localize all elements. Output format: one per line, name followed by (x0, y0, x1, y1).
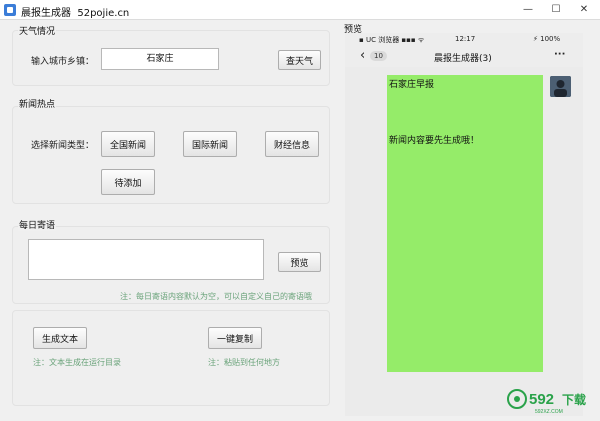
window-title: 晨报生成器 52pojie.cn (21, 4, 129, 19)
news-group-title: 新闻热点 (18, 97, 57, 110)
close-button[interactable]: ✕ (570, 0, 598, 20)
chat-content: 石家庄早报 新闻内容要先生成哦！ (345, 67, 583, 416)
phone-status-bar: ▪ UC 浏览器 ▪▪▪ ᯤ 12:17 ⚡ 100% (345, 33, 583, 45)
status-time: 12:17 (455, 35, 476, 43)
chat-title: 晨报生成器(3) (434, 54, 492, 64)
watermark-text: 下载 (562, 392, 586, 407)
copy-all-button[interactable]: 一键复制 (208, 327, 262, 349)
watermark-number: 592 (529, 391, 554, 408)
user-avatar (550, 76, 571, 97)
phone-preview: ▪ UC 浏览器 ▪▪▪ ᯤ 12:17 ⚡ 100% ‹ 10 晨报生成器(3… (345, 33, 583, 416)
pending-news-button[interactable]: 待添加 (101, 169, 155, 195)
window-subtitle: 52pojie.cn (77, 8, 130, 19)
title-bar: 晨报生成器 52pojie.cn — ☐ ✕ (0, 0, 600, 20)
weather-group-title: 天气情况 (18, 24, 57, 37)
national-news-button[interactable]: 全国新闻 (101, 131, 155, 157)
generate-note: 注：文本生成在运行目录 (33, 358, 121, 367)
minimize-button[interactable]: — (514, 0, 542, 20)
status-left: ▪ UC 浏览器 ▪▪▪ ᯤ (359, 36, 425, 44)
city-input[interactable]: 石家庄 (101, 48, 219, 70)
app-icon (4, 4, 16, 16)
city-label: 输入城市乡镇： (31, 57, 95, 67)
generate-text-button[interactable]: 生成文本 (33, 327, 87, 349)
message-heading: 石家庄早报 (389, 80, 435, 90)
window-title-label: 晨报生成器 (21, 8, 71, 19)
maximize-button[interactable]: ☐ (542, 0, 570, 20)
status-battery: ⚡ 100% (533, 35, 561, 43)
message-body: 新闻内容要先生成哦！ (389, 136, 480, 146)
message-bubble: 石家庄早报 新闻内容要先生成哦！ (387, 75, 543, 372)
daily-quote-textarea[interactable] (28, 239, 264, 280)
back-count-badge[interactable]: 10 (370, 51, 387, 61)
daily-quote-group-title: 每日寄语 (18, 218, 57, 231)
news-type-label: 选择新闻类型： (31, 141, 95, 151)
more-icon[interactable]: ··· (554, 49, 565, 60)
query-weather-button[interactable]: 查天气 (278, 50, 321, 70)
daily-quote-note: 注：每日寄语内容默认为空，可以自定义自己的寄语哦 (120, 292, 312, 301)
watermark-logo: 592 下载 592XZ.COM (505, 385, 595, 415)
copy-note: 注：粘贴到任何地方 (208, 358, 280, 367)
preview-button[interactable]: 预览 (278, 252, 321, 272)
back-icon[interactable]: ‹ (360, 48, 365, 63)
international-news-button[interactable]: 国际新闻 (183, 131, 237, 157)
chat-nav-bar: ‹ 10 晨报生成器(3) ··· (345, 45, 583, 67)
avatar-image (550, 76, 571, 97)
watermark-site: 592XZ.COM (535, 409, 563, 415)
finance-news-button[interactable]: 财经信息 (265, 131, 319, 157)
